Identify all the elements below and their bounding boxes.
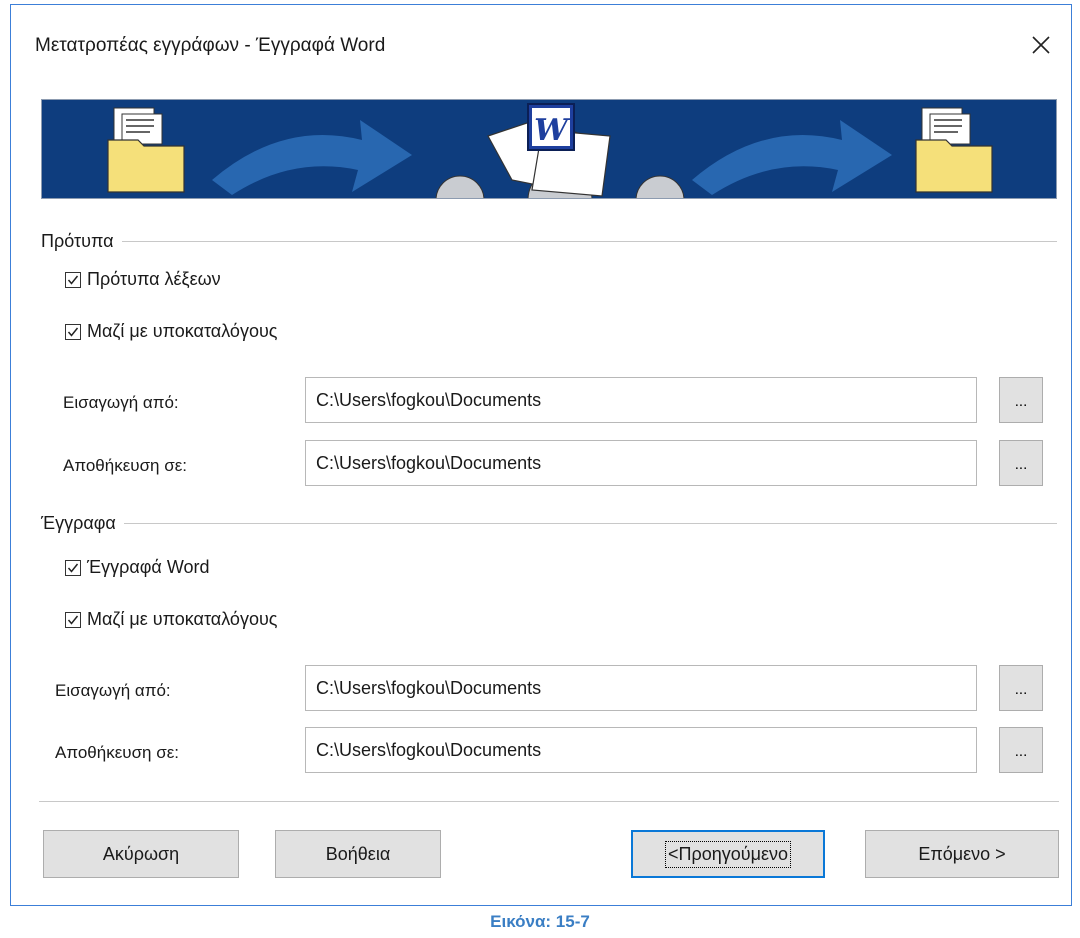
previous-button-label: <Προηγούμενο [664, 840, 792, 868]
documents-section-title: Έγγραφα [41, 513, 116, 533]
documents-word-checkbox-label: Έγγραφά Word [87, 557, 210, 577]
templates-import-label: Εισαγωγή από: [63, 393, 179, 412]
documents-save-path-input[interactable]: C:\Users\fogkou\Documents [305, 727, 977, 773]
previous-button[interactable]: <Προηγούμενο [631, 830, 825, 878]
documents-import-browse-button[interactable]: ... [999, 665, 1043, 711]
templates-subdirs-checkbox-label: Μαζί με υποκαταλόγους [87, 321, 278, 341]
close-icon [1032, 36, 1050, 54]
wizard-banner-graphic: W [42, 100, 1056, 198]
next-button[interactable]: Επόμενο > [865, 830, 1059, 878]
templates-save-browse-button[interactable]: ... [999, 440, 1043, 486]
checkbox-checked-icon [65, 559, 81, 576]
templates-word-checkbox[interactable]: Πρότυπα λέξεων [65, 269, 221, 290]
checkbox-checked-icon [65, 323, 81, 340]
documents-save-browse-button[interactable]: ... [999, 727, 1043, 773]
templates-section-title: Πρότυπα [41, 231, 114, 251]
templates-import-path-input[interactable]: C:\Users\fogkou\Documents [305, 377, 977, 423]
wizard-banner: W [41, 99, 1057, 199]
documents-subdirs-checkbox-label: Μαζί με υποκαταλόγους [87, 609, 278, 629]
documents-word-checkbox[interactable]: Έγγραφά Word [65, 557, 210, 578]
templates-import-browse-button[interactable]: ... [999, 377, 1043, 423]
templates-save-path-input[interactable]: C:\Users\fogkou\Documents [305, 440, 977, 486]
templates-word-checkbox-label: Πρότυπα λέξεων [87, 269, 221, 289]
documents-save-label: Αποθήκευση σε: [55, 743, 180, 762]
section-divider [121, 241, 1057, 242]
documents-subdirs-checkbox[interactable]: Μαζί με υποκαταλόγους [65, 609, 277, 630]
footer-divider [39, 801, 1059, 802]
cancel-button[interactable]: Ακύρωση [43, 830, 239, 878]
checkbox-checked-icon [65, 611, 81, 628]
documents-section-header: Έγγραφα [41, 513, 1057, 534]
svg-text:W: W [534, 113, 571, 148]
close-button[interactable] [1021, 25, 1061, 65]
templates-section-header: Πρότυπα [41, 231, 1057, 252]
section-divider [123, 523, 1057, 524]
help-button[interactable]: Βοήθεια [275, 830, 441, 878]
documents-import-label: Εισαγωγή από: [55, 681, 171, 700]
dialog-title: Μετατροπέας εγγράφων - Έγγραφά Word [35, 35, 386, 56]
documents-import-path-input[interactable]: C:\Users\fogkou\Documents [305, 665, 977, 711]
figure-caption: Εικόνα: 15-7 [490, 912, 590, 931]
document-converter-dialog: Μετατροπέας εγγράφων - Έγγραφά Word W Πρ… [10, 4, 1072, 906]
title-bar: Μετατροπέας εγγράφων - Έγγραφά Word [11, 5, 1071, 85]
templates-save-label: Αποθήκευση σε: [63, 456, 188, 475]
templates-subdirs-checkbox[interactable]: Μαζί με υποκαταλόγους [65, 321, 277, 342]
checkbox-checked-icon [65, 271, 81, 288]
